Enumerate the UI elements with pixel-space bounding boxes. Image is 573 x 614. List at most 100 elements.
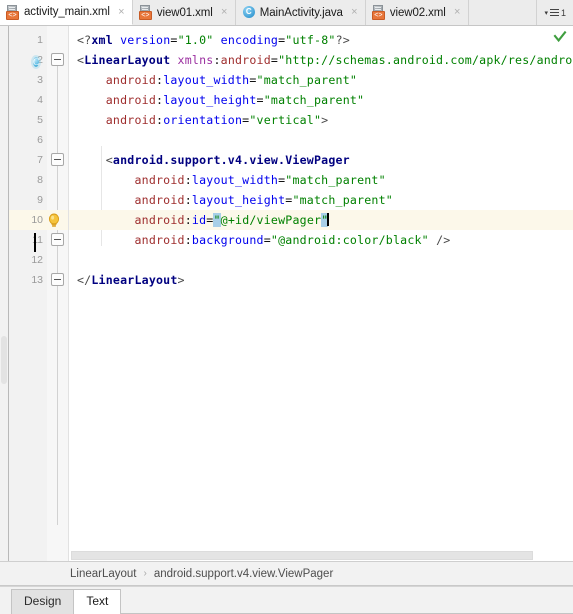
fold-row xyxy=(47,110,68,130)
code-line-2: <LinearLayout xmlns:android="http://sche… xyxy=(77,53,573,67)
gutter-row: 1 xyxy=(9,30,47,50)
android-xml-file-icon: <> xyxy=(371,5,386,20)
fold-row xyxy=(47,130,68,150)
tab-design[interactable]: Design xyxy=(11,589,75,614)
code-line-1: <?xml version="1.0" encoding="utf-8"?> xyxy=(77,33,350,47)
fold-row xyxy=(47,190,68,210)
code-line-13: </LinearLayout> xyxy=(77,273,185,287)
code-line-11: android:background="@android:color/black… xyxy=(134,233,451,247)
gutter-row: 12 xyxy=(9,250,47,270)
code-row: android:layout_width="match_parent" xyxy=(69,70,573,90)
code-row: android:orientation="vertical"> xyxy=(69,110,573,130)
vertical-scrollbar-thumb[interactable] xyxy=(1,336,7,384)
fold-row xyxy=(47,230,68,250)
editor-tab-view01-xml[interactable]: <> view01.xml × xyxy=(132,0,236,25)
chevron-down-icon: ▾ xyxy=(544,9,548,17)
code-folding-gutter xyxy=(47,26,69,561)
vertical-scrollbar[interactable] xyxy=(0,26,9,561)
line-number: 5 xyxy=(37,114,43,126)
close-icon[interactable]: × xyxy=(350,7,359,18)
bottom-bar-filler xyxy=(120,590,573,614)
inspection-status-ok-icon[interactable] xyxy=(553,30,567,44)
editor-tab-view02-xml[interactable]: <> view02.xml × xyxy=(365,0,469,25)
code-row xyxy=(69,130,573,150)
code-line-9: android:layout_height="match_parent" xyxy=(134,193,393,207)
line-number: 3 xyxy=(37,74,43,86)
fold-collapse-icon[interactable] xyxy=(51,153,64,166)
gutter-row: 2 C xyxy=(9,50,47,70)
close-icon[interactable]: × xyxy=(117,6,126,18)
code-line-4: android:layout_height="match_parent" xyxy=(105,93,365,107)
code-line-list: <?xml version="1.0" encoding="utf-8"?> <… xyxy=(69,30,573,290)
android-xml-file-icon: <> xyxy=(6,4,20,20)
gutter-row: 7 xyxy=(9,150,47,170)
editor-tab-activity-main-xml[interactable]: <> activity_main.xml × xyxy=(0,0,133,25)
horizontal-scrollbar-thumb[interactable] xyxy=(71,551,533,560)
fold-marker-list xyxy=(47,30,68,290)
fold-collapse-icon[interactable] xyxy=(51,233,64,246)
line-number-gutter: 1 2 C 3 4 5 6 7 8 9 10 11 12 13 xyxy=(9,26,47,561)
fold-row xyxy=(47,30,68,50)
line-number: 8 xyxy=(37,174,43,186)
code-editor: 1 2 C 3 4 5 6 7 8 9 10 11 12 13 <?xml ve… xyxy=(0,26,573,562)
xml-glyph: <> xyxy=(6,10,19,20)
line-number: 13 xyxy=(31,274,43,286)
line-number: 6 xyxy=(37,134,43,146)
fold-row xyxy=(47,150,68,170)
chevron-right-icon: › xyxy=(143,568,147,579)
code-line-10: android:id="@+id/viewPager" xyxy=(134,213,329,227)
gutter-row: 13 xyxy=(9,270,47,290)
gutter-row: 4 xyxy=(9,90,47,110)
close-icon[interactable]: × xyxy=(220,7,229,18)
tab-text[interactable]: Text xyxy=(73,589,122,614)
fold-collapse-icon[interactable] xyxy=(51,273,64,286)
breadcrumb-item-root[interactable]: LinearLayout xyxy=(70,568,137,580)
gutter-row: 8 xyxy=(9,170,47,190)
line-number-list: 1 2 C 3 4 5 6 7 8 9 10 11 12 13 xyxy=(9,30,47,290)
fold-row xyxy=(47,50,68,70)
code-text-area[interactable]: <?xml version="1.0" encoding="utf-8"?> <… xyxy=(69,26,573,561)
gutter-row: 11 xyxy=(9,230,47,252)
editor-mode-tab-bar: Design Text xyxy=(0,586,573,614)
editor-tab-label: view02.xml xyxy=(389,6,446,19)
class-marker-icon[interactable]: C xyxy=(33,52,40,70)
code-row: <LinearLayout xmlns:android="http://sche… xyxy=(69,50,573,70)
tab-overflow-button[interactable]: ▾ 1 xyxy=(536,0,573,25)
close-icon[interactable]: × xyxy=(453,7,462,18)
android-xml-file-icon: <> xyxy=(138,5,153,20)
fold-collapse-icon[interactable] xyxy=(51,53,64,66)
breadcrumb: LinearLayout › android.support.v4.view.V… xyxy=(0,562,573,586)
line-number: 1 xyxy=(37,34,43,46)
text-caret xyxy=(327,213,329,226)
fold-row xyxy=(47,210,68,230)
code-line-7: <android.support.v4.view.ViewPager xyxy=(105,153,350,167)
code-row: <?xml version="1.0" encoding="utf-8"?> xyxy=(69,30,573,50)
code-line-3: android:layout_width="match_parent" xyxy=(105,73,358,87)
code-row: android:background="@android:color/black… xyxy=(69,230,573,250)
gutter-row: 3 xyxy=(9,70,47,90)
code-line-8: android:layout_width="match_parent" xyxy=(134,173,386,187)
code-row: android:layout_height="match_parent" xyxy=(69,90,573,110)
fold-row xyxy=(47,170,68,190)
xml-glyph: <> xyxy=(371,11,385,20)
editor-tab-label: view01.xml xyxy=(156,6,213,19)
code-row: </LinearLayout> xyxy=(69,270,573,290)
horizontal-scrollbar[interactable] xyxy=(69,550,573,561)
android-studio-editor-window: <> activity_main.xml × <> view01.xml × C… xyxy=(0,0,573,614)
breadcrumb-item-leaf[interactable]: android.support.v4.view.ViewPager xyxy=(154,568,333,580)
gutter-row: 5 xyxy=(9,110,47,130)
class-marker-letter: C xyxy=(33,57,40,67)
gutter-row: 9 xyxy=(9,190,47,210)
editor-tab-mainactivity-java[interactable]: C MainActivity.java × xyxy=(235,0,366,25)
code-row: android:layout_height="match_parent" xyxy=(69,190,573,210)
editor-tab-label: activity_main.xml xyxy=(24,6,110,18)
line-number: 12 xyxy=(31,254,43,266)
line-number: 7 xyxy=(37,154,43,166)
tab-overflow-count: 1 xyxy=(560,7,566,18)
intention-bulb-icon[interactable] xyxy=(47,213,61,228)
fold-row xyxy=(47,250,68,270)
line-number: 9 xyxy=(37,194,43,206)
fold-row xyxy=(47,270,68,290)
editor-tab-bar: <> activity_main.xml × <> view01.xml × C… xyxy=(0,0,573,26)
code-row: android:layout_width="match_parent" xyxy=(69,170,573,190)
